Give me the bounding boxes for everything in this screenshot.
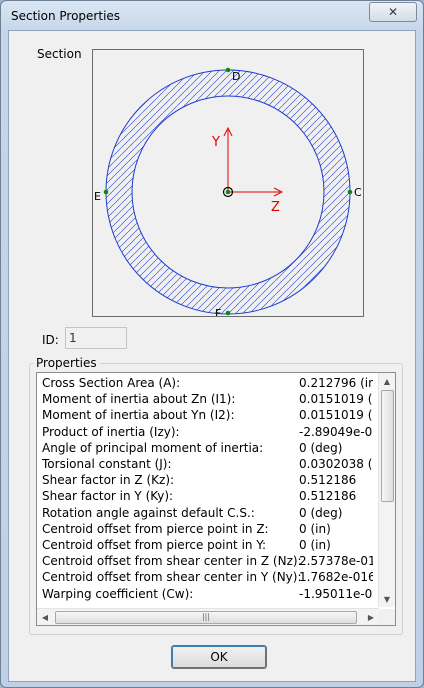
property-value: 0.0151019 (i [299, 392, 373, 407]
property-row[interactable]: Moment of inertia about Yn (I2): 0.015101… [37, 407, 377, 423]
ok-button[interactable]: OK [171, 645, 267, 669]
dialog-body: Section Y Z D E C F ID: 1 Properties Cro… [8, 30, 416, 682]
property-row[interactable]: Moment of inertia about Zn (I1): 0.015101… [37, 391, 377, 407]
property-row[interactable]: Centroid offset from pierce point in Y: 0… [37, 537, 377, 553]
vertical-scroll-thumb[interactable] [381, 390, 394, 502]
section-properties-window: Section Properties ✕ Section Y Z D E C F… [0, 0, 424, 688]
property-value: 0 (deg) [299, 440, 343, 455]
property-value: 0.0302038 (i [299, 457, 373, 471]
window-title: Section Properties [11, 9, 121, 23]
point-c-label: C [354, 186, 362, 199]
property-value: 0.212796 (in [299, 376, 373, 390]
property-value: 0 (deg) [299, 505, 343, 520]
close-button[interactable]: ✕ [369, 2, 417, 22]
property-row[interactable]: Centroid offset from shear center in Z (… [37, 553, 377, 569]
section-drawing: Y Z D E C F [93, 50, 363, 320]
property-name: Centroid offset from shear center in Z (… [42, 554, 302, 569]
property-value: 0.512186 [299, 473, 357, 488]
point-f-marker [225, 310, 231, 316]
vertical-scrollbar[interactable]: ▲ ▼ [378, 373, 395, 607]
point-f-label: F [215, 307, 221, 316]
property-row[interactable]: Centroid offset from pierce point in Z: 0… [37, 521, 377, 537]
properties-label: Properties [33, 356, 100, 370]
id-field: 1 [65, 327, 127, 349]
point-d-marker [225, 67, 231, 73]
property-name: Product of inertia (Izy): [42, 424, 180, 439]
property-name: Shear factor in Y (Ky): [42, 489, 174, 504]
point-e-marker [103, 189, 109, 195]
y-axis-label: Y [211, 135, 220, 150]
property-name: Cross Section Area (A): [42, 376, 181, 390]
property-name: Centroid offset from pierce point in Z: [42, 521, 269, 536]
properties-list[interactable]: Cross Section Area (A): 0.212796 (in Momen… [36, 372, 396, 626]
property-row[interactable]: Angle of principal moment of inertia: 0 (… [37, 440, 377, 456]
property-value: -1.95011e-0 [299, 586, 373, 601]
id-value: 1 [69, 331, 77, 345]
point-e-label: E [94, 190, 101, 203]
property-value: 0 (in) [299, 538, 331, 552]
scrollbar-corner [379, 609, 395, 625]
z-axis-label: Z [271, 200, 280, 215]
scroll-up-icon[interactable]: ▲ [379, 373, 395, 389]
property-row[interactable]: Centroid offset from shear center in Y (… [37, 569, 377, 585]
close-icon: ✕ [387, 5, 399, 19]
property-name: Moment of inertia about Yn (I2): [42, 408, 235, 423]
property-name: Shear factor in Z (Kz): [42, 473, 175, 488]
property-row[interactable]: Torsional constant (J): 0.0302038 (i [37, 456, 377, 472]
property-row[interactable]: Shear factor in Z (Kz): 0.512186 [37, 472, 377, 488]
property-row[interactable]: Shear factor in Y (Ky): 0.512186 [37, 488, 377, 504]
property-name: Centroid offset from pierce point in Y: [42, 538, 267, 552]
property-name: Angle of principal moment of inertia: [42, 440, 264, 455]
property-row[interactable]: Cross Section Area (A): 0.212796 (in [37, 375, 377, 391]
section-preview: Y Z D E C F [92, 49, 364, 320]
property-value: 1.7682e-016 [299, 570, 373, 585]
property-value: 0.512186 [299, 489, 357, 504]
point-d-label: D [232, 70, 240, 83]
section-label: Section [37, 47, 82, 61]
scroll-left-icon[interactable]: ◀ [37, 609, 53, 625]
horizontal-scrollbar[interactable]: ◀ ||| ▶ [37, 608, 379, 625]
property-row[interactable]: Product of inertia (Izy): -2.89049e-0 [37, 424, 377, 440]
property-name: Centroid offset from shear center in Y (… [42, 570, 302, 585]
point-c-marker [347, 189, 353, 195]
horizontal-scroll-thumb[interactable]: ||| [55, 611, 357, 624]
property-value: 2.57378e-01 [299, 554, 373, 569]
property-name: Rotation angle against default C.S.: [42, 505, 255, 520]
property-value: 0 (in) [299, 521, 331, 536]
property-name: Warping coefficient (Cw): [42, 586, 194, 601]
title-bar[interactable]: Section Properties ✕ [1, 1, 423, 31]
centroid-point [225, 189, 231, 195]
property-name: Moment of inertia about Zn (I1): [42, 392, 236, 407]
property-name: Torsional constant (J): [42, 457, 172, 471]
scroll-right-icon[interactable]: ▶ [363, 609, 379, 625]
property-value: 0.0151019 (i [299, 408, 373, 423]
property-row[interactable]: Rotation angle against default C.S.: 0 (d… [37, 505, 377, 521]
property-value: -2.89049e-0 [299, 424, 373, 439]
scroll-down-icon[interactable]: ▼ [379, 591, 395, 607]
property-row[interactable]: Warping coefficient (Cw): -1.95011e-0 [37, 586, 377, 602]
id-label: ID: [42, 333, 59, 347]
